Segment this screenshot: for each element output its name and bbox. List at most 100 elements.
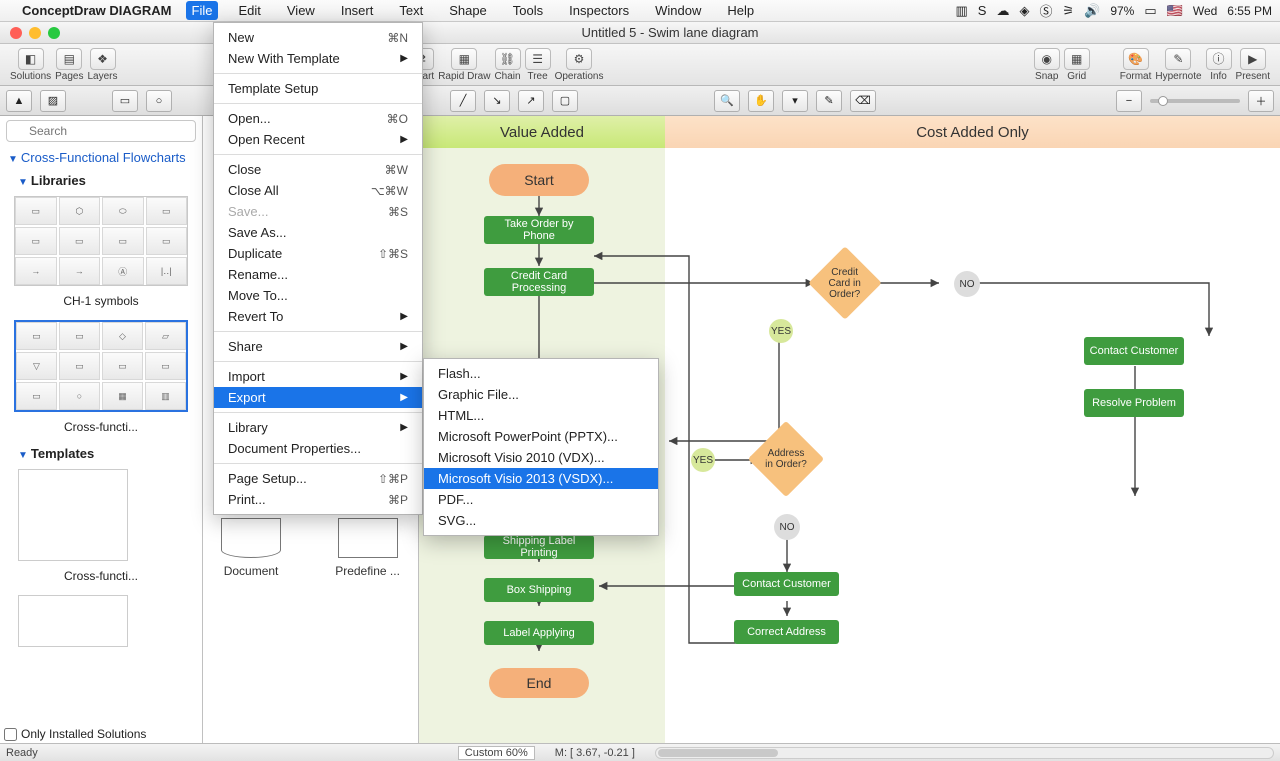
export-svg-[interactable]: SVG... — [424, 510, 658, 531]
volume-icon[interactable]: 🔊 — [1084, 3, 1100, 19]
zoom-in[interactable]: ＋ — [1248, 90, 1274, 112]
zoom-out[interactable]: − — [1116, 90, 1142, 112]
node-contact2[interactable]: Contact Customer — [734, 572, 839, 596]
file-menu-import[interactable]: Import▶ — [214, 366, 422, 387]
skype-icon[interactable]: Ⓢ — [1039, 1, 1052, 20]
only-installed-checkbox[interactable] — [4, 728, 17, 741]
file-menu-duplicate[interactable]: Duplicate⇧⌘S — [214, 243, 422, 264]
tb-hypernote[interactable]: ✎Hypernote — [1155, 48, 1201, 82]
file-menu-share[interactable]: Share▶ — [214, 336, 422, 357]
eyedrop-tool[interactable]: ✎ — [816, 90, 842, 112]
menu-text[interactable]: Text — [393, 1, 429, 20]
node-cc-proc[interactable]: Credit Card Processing — [484, 268, 594, 296]
lane-value-added[interactable]: Value Added — [419, 116, 665, 148]
node-start[interactable]: Start — [489, 164, 589, 196]
tb-info[interactable]: ⓘInfo — [1206, 48, 1232, 82]
tb-layers[interactable]: ❖Layers — [88, 48, 118, 82]
conn-tool[interactable]: ↘ — [484, 90, 510, 112]
node-no2[interactable]: NO — [774, 514, 800, 540]
sidebar-libraries[interactable]: ▼Libraries — [0, 169, 202, 192]
tb-present[interactable]: ▶Present — [1236, 48, 1270, 82]
node-contact1[interactable]: Contact Customer — [1084, 337, 1184, 365]
tb-chain[interactable]: ⛓Chain — [494, 48, 520, 82]
file-menu-export[interactable]: Export▶ — [214, 387, 422, 408]
tb-operations[interactable]: ⚙Operations — [555, 48, 604, 82]
app-name[interactable]: ConceptDraw DIAGRAM — [22, 3, 172, 18]
vlc-icon[interactable]: ▥ — [955, 3, 967, 19]
hand-tool[interactable]: ✋ — [748, 90, 774, 112]
file-menu-new-with-template[interactable]: New With Template▶ — [214, 48, 422, 69]
menu-insert[interactable]: Insert — [335, 1, 380, 20]
file-menu-new[interactable]: New⌘N — [214, 27, 422, 48]
shape-predefine[interactable]: Predefine ... — [335, 518, 400, 578]
tb-solutions[interactable]: ◧Solutions — [10, 48, 51, 82]
s-icon[interactable]: S — [978, 3, 987, 18]
time[interactable]: 6:55 PM — [1227, 4, 1272, 18]
window-maximize[interactable] — [48, 27, 60, 39]
tb-pages[interactable]: ▤Pages — [55, 48, 83, 82]
file-menu-open-[interactable]: Open...⌘O — [214, 108, 422, 129]
menu-shape[interactable]: Shape — [443, 1, 493, 20]
shape-document[interactable]: Document — [221, 518, 281, 578]
file-menu-print-[interactable]: Print...⌘P — [214, 489, 422, 510]
export-pdf-[interactable]: PDF... — [424, 489, 658, 510]
conn2-tool[interactable]: ↗ — [518, 90, 544, 112]
battery-icon[interactable]: ▭ — [1144, 3, 1156, 19]
export-flash-[interactable]: Flash... — [424, 363, 658, 384]
menu-file[interactable]: File — [186, 1, 219, 20]
zoom-tool[interactable]: 🔍 — [714, 90, 740, 112]
export-microsoft-visio-vdx-[interactable]: Microsoft Visio 2010 (VDX)... — [424, 447, 658, 468]
file-menu-close-all[interactable]: Close All⌥⌘W — [214, 180, 422, 201]
node-yes2[interactable]: YES — [691, 448, 715, 472]
menu-help[interactable]: Help — [721, 1, 760, 20]
window-close[interactable] — [10, 27, 22, 39]
node-correct[interactable]: Correct Address — [734, 620, 839, 644]
h-scrollbar[interactable] — [655, 747, 1274, 759]
tb-tree[interactable]: ☰Tree — [525, 48, 551, 82]
lib-cross[interactable]: ▭▭◇▱ ▽▭▭▭ ▭○▦▥ — [14, 320, 188, 412]
export-microsoft-powerpoint-pptx-[interactable]: Microsoft PowerPoint (PPTX)... — [424, 426, 658, 447]
lane-cost-added[interactable]: Cost Added Only — [665, 116, 1280, 148]
stamp-tool[interactable]: ▾ — [782, 90, 808, 112]
file-menu-open-recent[interactable]: Open Recent▶ — [214, 129, 422, 150]
box-tool[interactable]: ▢ — [552, 90, 578, 112]
oval-shape[interactable]: ○ — [146, 90, 172, 112]
node-addr[interactable]: Address in Order? — [748, 421, 824, 497]
menu-inspectors[interactable]: Inspectors — [563, 1, 635, 20]
node-end[interactable]: End — [489, 668, 589, 698]
search-input[interactable] — [6, 120, 196, 142]
file-menu-template-setup[interactable]: Template Setup — [214, 78, 422, 99]
marquee-tool[interactable]: ▨ — [40, 90, 66, 112]
node-resolve[interactable]: Resolve Problem — [1084, 389, 1184, 417]
export-html-[interactable]: HTML... — [424, 405, 658, 426]
node-take-order[interactable]: Take Order by Phone — [484, 216, 594, 244]
window-minimize[interactable] — [29, 27, 41, 39]
file-menu-document-properties-[interactable]: Document Properties... — [214, 438, 422, 459]
file-menu-dropdown[interactable]: New⌘NNew With Template▶ Template Setup Ope… — [213, 22, 423, 515]
template-thumb-1[interactable] — [18, 469, 128, 561]
tb-grid[interactable]: ▦Grid — [1064, 48, 1090, 82]
rect-shape[interactable]: ▭ — [112, 90, 138, 112]
node-cc-order[interactable]: Credit Card in Order? — [808, 246, 882, 320]
export-submenu[interactable]: Flash...Graphic File...HTML...Microsoft … — [423, 358, 659, 536]
menu-window[interactable]: Window — [649, 1, 707, 20]
flag-icon[interactable]: 🇺🇸 — [1167, 3, 1183, 19]
export-graphic-file-[interactable]: Graphic File... — [424, 384, 658, 405]
file-menu-library[interactable]: Library▶ — [214, 417, 422, 438]
file-menu-page-setup-[interactable]: Page Setup...⇧⌘P — [214, 468, 422, 489]
diamond-icon[interactable]: ◈ — [1019, 3, 1029, 19]
zoom-combo[interactable]: Custom 60% — [458, 746, 535, 760]
node-yes1[interactable]: YES — [769, 319, 793, 343]
sidebar-section[interactable]: ▼Cross-Functional Flowcharts — [0, 146, 202, 169]
pointer-tool[interactable]: ▲ — [6, 90, 32, 112]
file-menu-rename-[interactable]: Rename... — [214, 264, 422, 285]
tb-rapid[interactable]: ▦Rapid Draw — [438, 48, 490, 82]
tb-format[interactable]: 🎨Format — [1120, 48, 1152, 82]
node-box-ship[interactable]: Box Shipping — [484, 578, 594, 602]
file-menu-save-as-[interactable]: Save As... — [214, 222, 422, 243]
line-tool[interactable]: ╱ — [450, 90, 476, 112]
menu-view[interactable]: View — [281, 1, 321, 20]
node-label-apply[interactable]: Label Applying — [484, 621, 594, 645]
file-menu-move-to-[interactable]: Move To... — [214, 285, 422, 306]
node-no1[interactable]: NO — [954, 271, 980, 297]
